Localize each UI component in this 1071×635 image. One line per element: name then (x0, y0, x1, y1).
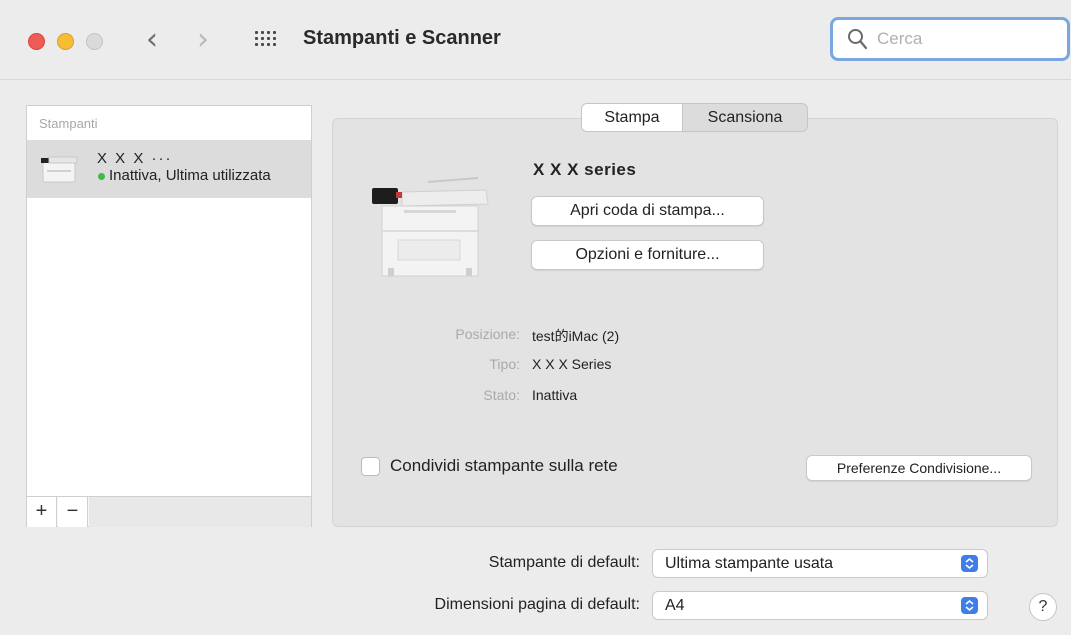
search-field[interactable] (830, 17, 1070, 61)
default-printer-select[interactable]: Ultima stampante usata (652, 549, 988, 578)
help-button[interactable]: ? (1029, 593, 1057, 621)
tab-scansiona[interactable]: Scansiona (683, 104, 807, 131)
minimize-window-button[interactable] (57, 33, 74, 50)
status-label: Stato: (483, 387, 520, 403)
status-dot-icon (98, 173, 105, 180)
toolbar: ‹ › Stampanti e Scanner (0, 0, 1071, 80)
share-printer-label[interactable]: Condividi stampante sulla rete (390, 456, 618, 476)
select-stepper-icon (961, 555, 978, 572)
printer-list-item-status: Inattiva, Ultima utilizzata (109, 167, 271, 184)
tab-stampa[interactable]: Stampa (582, 104, 683, 131)
select-stepper-icon (961, 597, 978, 614)
forward-chevron-icon[interactable]: › (197, 22, 209, 58)
printer-list-item-name: X X X ··· (97, 150, 173, 167)
share-printer-checkbox[interactable] (361, 457, 380, 476)
search-input[interactable] (877, 26, 1057, 52)
list-footer-spacer (89, 497, 311, 527)
default-printer-value: Ultima stampante usata (665, 555, 834, 572)
remove-printer-button[interactable]: − (58, 497, 88, 527)
type-value: X X X Series (532, 356, 612, 372)
window-title: Stampanti e Scanner (303, 27, 501, 49)
close-window-button[interactable] (28, 33, 45, 50)
default-page-size-select[interactable]: A4 (652, 591, 988, 620)
location-value: test的iMac (2) (532, 328, 620, 344)
printer-list: Stampanti X X X ··· Inattiva, Ultima uti… (26, 105, 312, 527)
printer-list-item[interactable]: X X X ··· Inattiva, Ultima utilizzata (27, 140, 311, 198)
default-page-size-label: Dimensioni pagina di default: (434, 596, 640, 613)
add-printer-button[interactable]: + (27, 497, 57, 527)
sharing-preferences-button[interactable]: Preferenze Condivisione... (806, 455, 1032, 481)
type-label: Tipo: (489, 356, 520, 372)
default-page-size-value: A4 (665, 597, 685, 614)
options-supplies-button[interactable]: Opzioni e forniture... (531, 240, 764, 270)
tab-bar: Stampa Scansiona (581, 103, 808, 132)
back-chevron-icon[interactable]: ‹ (146, 22, 158, 58)
printer-list-header: Stampanti (39, 116, 98, 131)
printer-name: X X X series (533, 160, 637, 179)
zoom-window-button[interactable] (86, 33, 103, 50)
search-icon (848, 29, 867, 50)
default-printer-label: Stampante di default: (488, 554, 640, 571)
location-label: Posizione: (455, 326, 520, 342)
printer-thumbnail-icon (41, 156, 78, 183)
printer-image (372, 177, 489, 277)
status-value: Inattiva (532, 387, 578, 403)
printer-list-footer: + − (27, 496, 311, 527)
open-print-queue-button[interactable]: Apri coda di stampa... (531, 196, 764, 226)
show-all-grid-icon[interactable] (255, 31, 277, 49)
